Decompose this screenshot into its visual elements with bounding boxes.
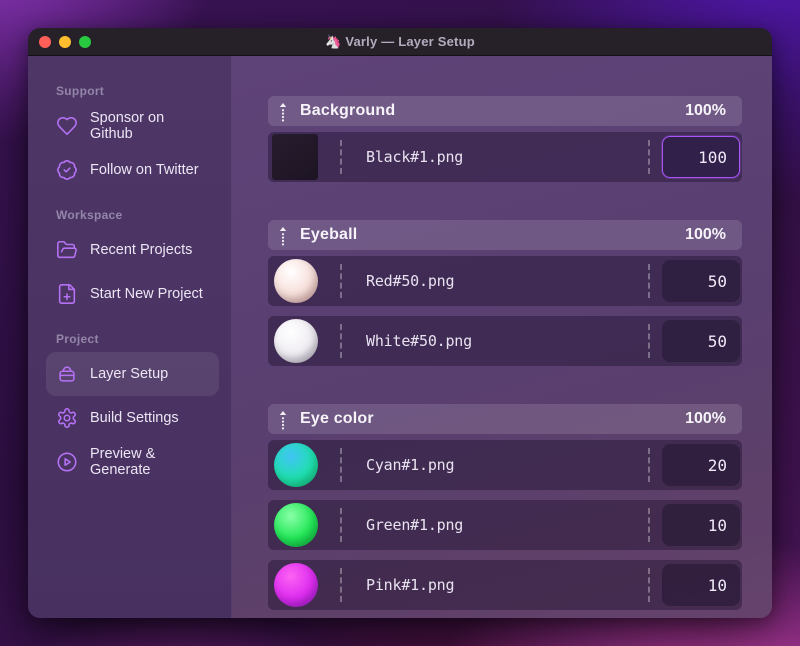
heart-icon bbox=[56, 115, 78, 137]
gear-icon bbox=[56, 407, 78, 429]
sidebar-item-label: Layer Setup bbox=[90, 366, 169, 382]
divider bbox=[340, 448, 342, 482]
sidebar-item-label: Build Settings bbox=[90, 410, 179, 426]
layer-rarity-input[interactable] bbox=[662, 444, 740, 486]
sidebar-item-recent-projects[interactable]: Recent Projects bbox=[46, 228, 219, 272]
sidebar-item-label: Start New Project bbox=[90, 286, 203, 302]
group-weight: 100% bbox=[685, 226, 726, 243]
layer-thumbnail bbox=[272, 134, 318, 180]
divider bbox=[340, 140, 342, 174]
sidebar-item-label: Sponsor on Github bbox=[90, 110, 165, 142]
layer-rarity-input[interactable] bbox=[662, 564, 740, 606]
group-title: Eyeball bbox=[300, 226, 358, 243]
divider bbox=[648, 264, 650, 298]
layer-group-header[interactable]: Eyeball 100% bbox=[268, 220, 742, 250]
app-icon: 🦄 bbox=[325, 33, 342, 49]
divider bbox=[340, 568, 342, 602]
divider bbox=[648, 140, 650, 174]
layer-rarity-input[interactable] bbox=[662, 260, 740, 302]
badge-check-icon bbox=[56, 159, 78, 181]
app-window: 🦄 Varly — Layer Setup Support Sponsor on… bbox=[28, 28, 772, 618]
group-weight: 100% bbox=[685, 410, 726, 427]
layer-filename: Pink#1.png bbox=[366, 576, 455, 594]
sidebar-item-layer-setup[interactable]: Layer Setup bbox=[46, 352, 219, 396]
sidebar-item-preview-generate[interactable]: Preview & Generate bbox=[46, 440, 219, 484]
divider bbox=[340, 324, 342, 358]
layer-group: Eye color 100% Cyan#1.png Green#1.png Pi… bbox=[268, 404, 742, 610]
layer-thumbnail bbox=[274, 563, 318, 607]
layer-group-header[interactable]: Background 100% bbox=[268, 96, 742, 126]
sidebar-item-label: Preview & Generate bbox=[90, 446, 156, 478]
layer-rarity-input[interactable] bbox=[662, 504, 740, 546]
layer-filename: Red#50.png bbox=[366, 272, 455, 290]
group-title: Background bbox=[300, 102, 396, 119]
sidebar-item-start-new-project[interactable]: Start New Project bbox=[46, 272, 219, 316]
layer-row[interactable]: Red#50.png bbox=[268, 256, 742, 306]
window-title: 🦄 Varly — Layer Setup bbox=[325, 33, 475, 49]
layer-row[interactable]: White#50.png bbox=[268, 316, 742, 366]
divider bbox=[340, 264, 342, 298]
divider bbox=[648, 568, 650, 602]
title-bar[interactable]: 🦄 Varly — Layer Setup bbox=[28, 28, 772, 56]
sidebar-section-workspace: Workspace bbox=[56, 208, 123, 222]
drag-handle-icon[interactable] bbox=[278, 102, 288, 122]
layer-filename: White#50.png bbox=[366, 332, 472, 350]
layer-row[interactable]: Green#1.png bbox=[268, 500, 742, 550]
layer-thumbnail bbox=[274, 443, 318, 487]
layer-bag-icon bbox=[56, 363, 78, 385]
layer-row[interactable]: Pink#1.png bbox=[268, 560, 742, 610]
layer-filename: Cyan#1.png bbox=[366, 456, 455, 474]
layer-row[interactable]: Cyan#1.png bbox=[268, 440, 742, 490]
layer-group-header[interactable]: Eye color 100% bbox=[268, 404, 742, 434]
drag-handle-icon[interactable] bbox=[278, 226, 288, 246]
layer-thumbnail bbox=[274, 319, 318, 363]
layer-thumbnail bbox=[274, 503, 318, 547]
layer-rarity-input[interactable] bbox=[662, 136, 740, 178]
layer-row[interactable]: Black#1.png bbox=[268, 132, 742, 182]
group-title: Eye color bbox=[300, 410, 374, 427]
sidebar-item-label: Recent Projects bbox=[90, 242, 193, 258]
play-circle-icon bbox=[56, 451, 78, 473]
divider bbox=[648, 448, 650, 482]
layer-group: Eyeball 100% Red#50.png White#50.png bbox=[268, 220, 742, 366]
layer-thumbnail bbox=[274, 259, 318, 303]
sidebar-item-label: Follow on Twitter bbox=[90, 162, 199, 178]
divider bbox=[648, 324, 650, 358]
sidebar: Support Sponsor on Github Follow on Twit… bbox=[28, 56, 232, 618]
layer-filename: Green#1.png bbox=[366, 516, 464, 534]
layer-group: Background 100% Black#1.png bbox=[268, 96, 742, 182]
drag-handle-icon[interactable] bbox=[278, 410, 288, 430]
divider bbox=[648, 508, 650, 542]
sidebar-item-follow-on-twitter[interactable]: Follow on Twitter bbox=[46, 148, 219, 192]
layer-rarity-input[interactable] bbox=[662, 320, 740, 362]
file-plus-icon bbox=[56, 283, 78, 305]
layer-filename: Black#1.png bbox=[366, 148, 464, 166]
sidebar-item-build-settings[interactable]: Build Settings bbox=[46, 396, 219, 440]
sidebar-section-project: Project bbox=[56, 332, 99, 346]
sidebar-section-support: Support bbox=[56, 84, 105, 98]
folder-open-icon bbox=[56, 239, 78, 261]
group-weight: 100% bbox=[685, 102, 726, 119]
layer-setup-panel: Background 100% Black#1.png Eyeball 100%… bbox=[232, 56, 772, 618]
sidebar-item-sponsor-on-github[interactable]: Sponsor on Github bbox=[46, 104, 219, 148]
divider bbox=[340, 508, 342, 542]
